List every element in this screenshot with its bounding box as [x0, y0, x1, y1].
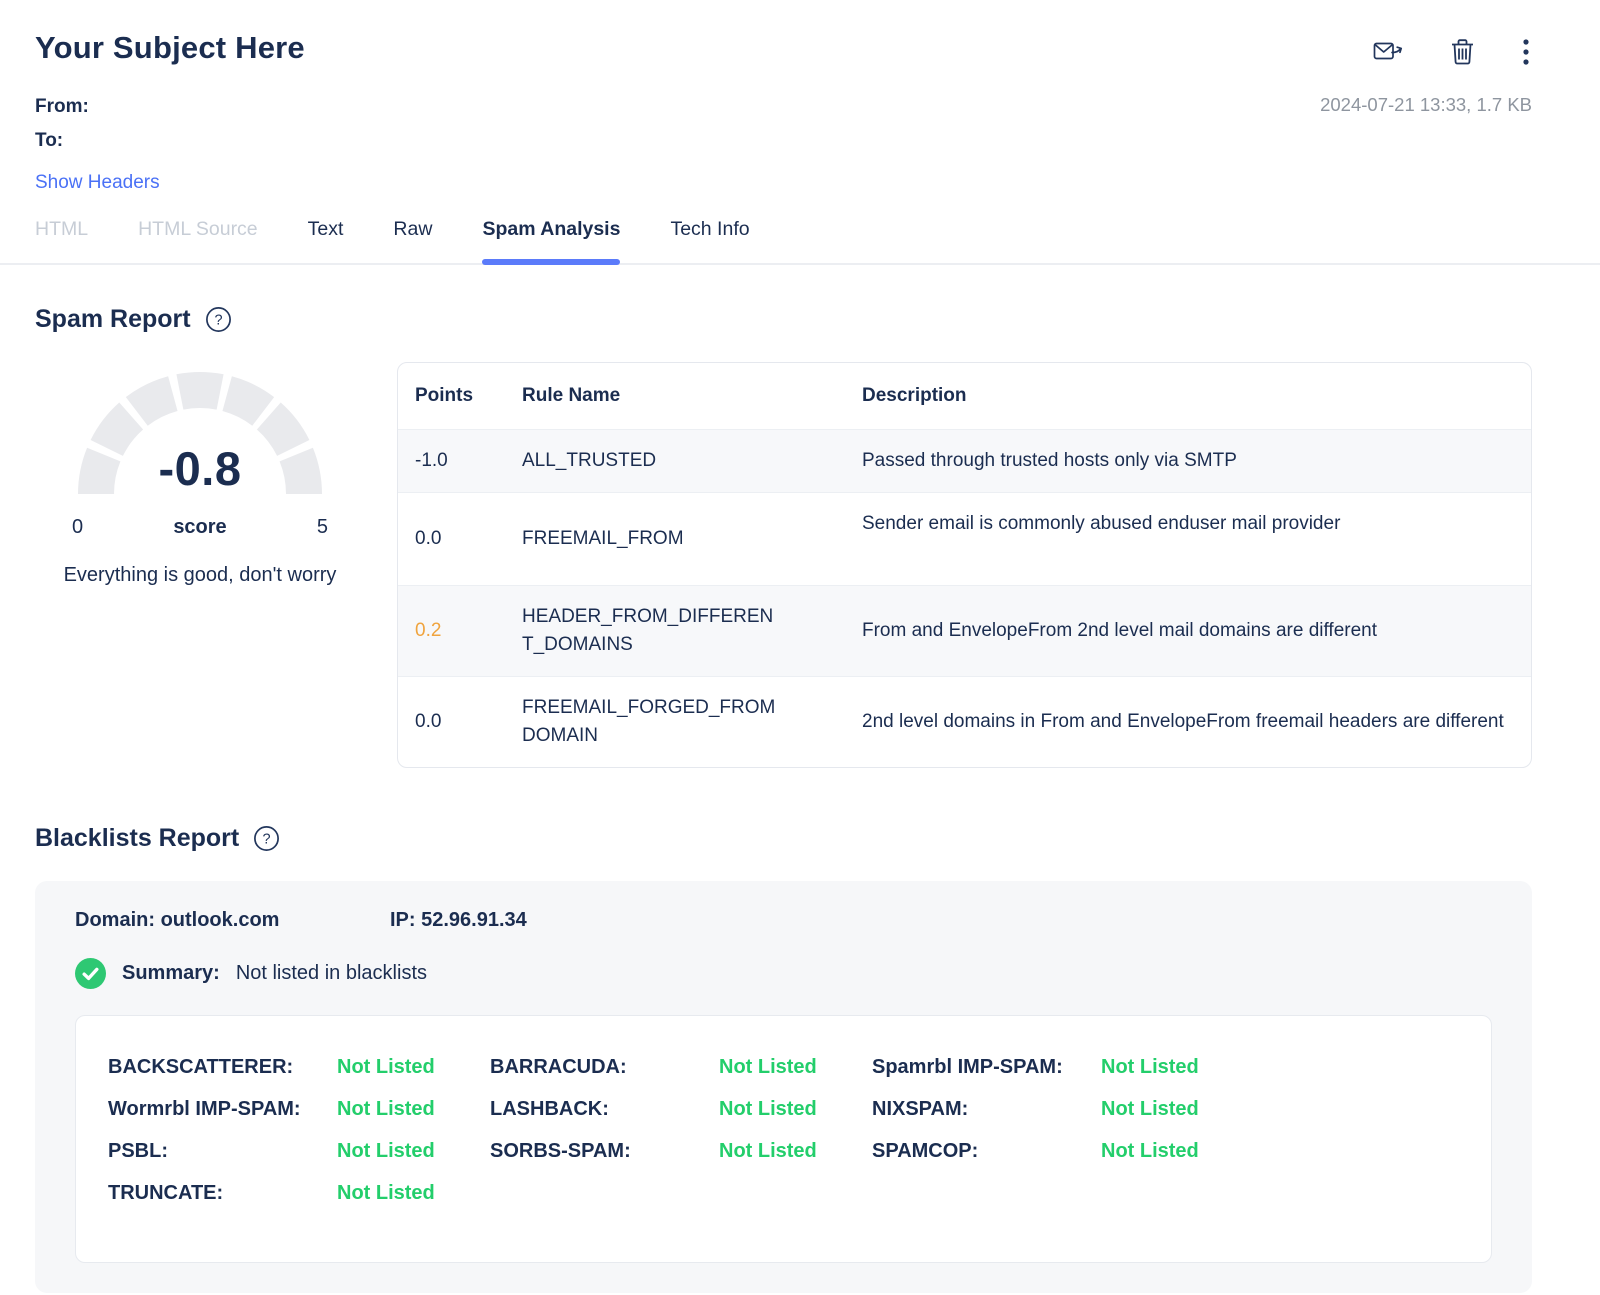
- blacklist-entry: BACKSCATTERER:Not Listed: [108, 1056, 490, 1079]
- tab-html-source: HTML Source: [138, 218, 258, 263]
- tab-raw[interactable]: Raw: [393, 218, 432, 263]
- spam-score-value: -0.8: [75, 441, 325, 496]
- gauge-axis-label: score: [173, 516, 226, 539]
- blacklist-status: Not Listed: [337, 1098, 435, 1121]
- from-label: From:: [35, 90, 89, 124]
- forward-email-button[interactable]: [1371, 37, 1405, 67]
- summary-label: Summary:: [122, 962, 220, 985]
- blacklists-report-help-icon[interactable]: ?: [253, 825, 280, 852]
- blacklist-entry: SPAMCOP:Not Listed: [872, 1140, 1254, 1163]
- blacklist-status: Not Listed: [719, 1056, 817, 1079]
- forward-email-icon: [1373, 39, 1403, 65]
- blacklist-entry: TRUNCATE:Not Listed: [108, 1182, 490, 1205]
- rule-description: Sender email is commonly abused enduser …: [862, 492, 1531, 585]
- more-options-button[interactable]: [1520, 36, 1532, 68]
- svg-text:?: ?: [214, 313, 222, 329]
- blacklist-entry: Wormrbl IMP-SPAM:Not Listed: [108, 1098, 490, 1121]
- blacklist-status: Not Listed: [1101, 1098, 1199, 1121]
- spam-report-help-icon[interactable]: ?: [205, 306, 232, 333]
- column-header-rule-name: Rule Name: [522, 363, 862, 429]
- table-row: 0.0 FREEMAIL_FROM Sender email is common…: [398, 492, 1531, 585]
- rule-name: FREEMAIL_FORGED_FROMDOMAIN: [522, 676, 862, 767]
- blacklist-name: SORBS-SPAM:: [490, 1140, 719, 1163]
- blacklist-entry: NIXSPAM:Not Listed: [872, 1098, 1254, 1121]
- email-detail-page: Your Subject Here: [0, 0, 1600, 1293]
- rule-points: -1.0: [398, 429, 522, 492]
- blacklist-name: NIXSPAM:: [872, 1098, 1101, 1121]
- spam-rules-table: Points Rule Name Description -1.0 ALL_TR…: [397, 362, 1532, 768]
- column-header-description: Description: [862, 363, 1531, 429]
- rule-description: Passed through trusted hosts only via SM…: [862, 429, 1531, 492]
- header-actions: [1371, 30, 1532, 68]
- rule-points: 0.0: [398, 492, 522, 585]
- ip-label: IP:: [390, 909, 416, 931]
- blacklist-status: Not Listed: [1101, 1140, 1199, 1163]
- blacklist-entry: SORBS-SPAM:Not Listed: [490, 1140, 872, 1163]
- blacklist-name: LASHBACK:: [490, 1098, 719, 1121]
- spam-score-message: Everything is good, don't worry: [50, 559, 350, 591]
- page-title: Your Subject Here: [35, 30, 305, 66]
- blacklist-status: Not Listed: [719, 1140, 817, 1163]
- table-row: 0.2 HEADER_FROM_DIFFERENT_DOMAINS From a…: [398, 585, 1531, 676]
- success-check-icon: [75, 958, 106, 989]
- ip-value: 52.96.91.34: [421, 909, 527, 931]
- blacklists-grid-card: BACKSCATTERER:Not ListedBARRACUDA:Not Li…: [75, 1015, 1492, 1263]
- blacklist-name: PSBL:: [108, 1140, 337, 1163]
- view-tabs: HTML HTML Source Text Raw Spam Analysis …: [0, 218, 1600, 265]
- blacklist-name: Wormrbl IMP-SPAM:: [108, 1098, 337, 1121]
- gauge-max-label: 5: [317, 516, 328, 539]
- blacklists-grid: BACKSCATTERER:Not ListedBARRACUDA:Not Li…: [108, 1046, 1459, 1214]
- summary-value: Not listed in blacklists: [236, 962, 427, 985]
- blacklist-name: Spamrbl IMP-SPAM:: [872, 1056, 1101, 1079]
- rule-points: 0.0: [398, 676, 522, 767]
- rule-description: 2nd level domains in From and EnvelopeFr…: [862, 676, 1531, 767]
- domain-field: Domain: outlook.com: [75, 909, 390, 932]
- tab-html: HTML: [35, 218, 88, 263]
- blacklist-name: SPAMCOP:: [872, 1140, 1101, 1163]
- ip-field: IP: 52.96.91.34: [390, 909, 527, 932]
- spam-score-gauge: -0.8 0 score 5 Everything is good, don't…: [35, 362, 365, 591]
- email-timestamp-size: 2024-07-21 13:33, 1.7 KB: [1320, 90, 1532, 116]
- blacklist-entry: Spamrbl IMP-SPAM:Not Listed: [872, 1056, 1254, 1079]
- blacklist-status: Not Listed: [337, 1140, 435, 1163]
- spam-report-heading: Spam Report: [35, 305, 191, 334]
- column-header-points: Points: [398, 363, 522, 429]
- blacklists-summary: Summary: Not listed in blacklists: [75, 958, 1492, 989]
- blacklist-entry: PSBL:Not Listed: [108, 1140, 490, 1163]
- delete-button[interactable]: [1447, 36, 1478, 68]
- domain-label: Domain:: [75, 909, 155, 931]
- kebab-menu-icon: [1522, 38, 1530, 66]
- blacklists-report-heading: Blacklists Report: [35, 824, 239, 853]
- rule-name: HEADER_FROM_DIFFERENT_DOMAINS: [522, 585, 862, 676]
- table-row: 0.0 FREEMAIL_FORGED_FROMDOMAIN 2nd level…: [398, 676, 1531, 767]
- tab-tech-info[interactable]: Tech Info: [670, 218, 749, 263]
- blacklist-name: BARRACUDA:: [490, 1056, 719, 1079]
- blacklist-status: Not Listed: [337, 1056, 435, 1079]
- to-label: To:: [35, 124, 89, 158]
- address-block: From: To:: [35, 90, 89, 158]
- blacklist-status: Not Listed: [1101, 1056, 1199, 1079]
- table-row: -1.0 ALL_TRUSTED Passed through trusted …: [398, 429, 1531, 492]
- rule-name: ALL_TRUSTED: [522, 429, 862, 492]
- blacklist-name: BACKSCATTERER:: [108, 1056, 337, 1079]
- blacklist-name: TRUNCATE:: [108, 1182, 337, 1205]
- tab-spam-analysis[interactable]: Spam Analysis: [482, 218, 620, 263]
- trash-icon: [1449, 38, 1476, 66]
- blacklist-status: Not Listed: [719, 1098, 817, 1121]
- show-headers-link[interactable]: Show Headers: [35, 172, 160, 194]
- blacklist-entry: BARRACUDA:Not Listed: [490, 1056, 872, 1079]
- rule-points: 0.2: [398, 585, 522, 676]
- tab-text[interactable]: Text: [308, 218, 344, 263]
- gauge-min-label: 0: [72, 516, 83, 539]
- rule-name: FREEMAIL_FROM: [522, 492, 862, 585]
- table-header-row: Points Rule Name Description: [398, 363, 1531, 429]
- blacklist-status: Not Listed: [337, 1182, 435, 1205]
- rule-description: From and EnvelopeFrom 2nd level mail dom…: [862, 585, 1531, 676]
- svg-text:?: ?: [263, 832, 271, 848]
- domain-value: outlook.com: [161, 909, 280, 931]
- blacklists-panel: Domain: outlook.com IP: 52.96.91.34 Summ…: [35, 881, 1532, 1293]
- blacklist-entry: LASHBACK:Not Listed: [490, 1098, 872, 1121]
